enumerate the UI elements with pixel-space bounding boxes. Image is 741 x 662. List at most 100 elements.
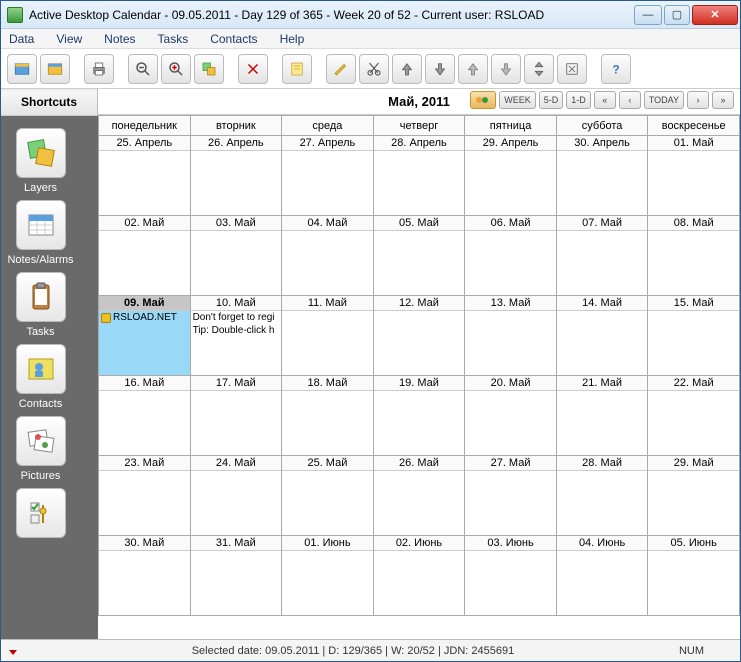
zoom-out-button[interactable] <box>128 54 158 84</box>
sidebar-item-pictures[interactable]: Pictures <box>1 416 81 482</box>
note-button[interactable] <box>282 54 312 84</box>
first-button[interactable]: « <box>594 91 616 109</box>
day-number: 22. Май <box>648 376 739 391</box>
delete-button[interactable] <box>238 54 268 84</box>
sidebar-item-notes-alarms[interactable]: Notes/Alarms <box>1 200 81 266</box>
day-cell[interactable]: 28. Май <box>556 456 648 536</box>
day-cell[interactable]: 12. Май <box>373 296 465 376</box>
day-cell[interactable]: 02. Июнь <box>373 536 465 616</box>
day-cell[interactable]: 04. Май <box>282 216 374 296</box>
five-day-button[interactable]: 5-D <box>539 91 564 109</box>
separator <box>315 54 323 84</box>
day-cell[interactable]: 04. Июнь <box>556 536 648 616</box>
day-cell[interactable]: 03. Июнь <box>465 536 557 616</box>
day-number: 13. Май <box>465 296 556 311</box>
calendar-grid[interactable]: понедельниквторниксредачетвергпятницасуб… <box>98 115 740 639</box>
day-cell[interactable]: 05. Июнь <box>648 536 740 616</box>
day-cell[interactable]: 11. Май <box>282 296 374 376</box>
day-cell[interactable]: 26. Апрель <box>190 136 282 216</box>
calendar-area: Май, 2011 WEEK 5-D 1-D « ‹ TODAY › » пон… <box>98 89 740 639</box>
layers-button[interactable] <box>194 54 224 84</box>
print-button[interactable] <box>84 54 114 84</box>
day-cell[interactable]: 10. МайDon't forget to regiTip: Double-c… <box>190 296 282 376</box>
arrow-updown-button[interactable] <box>524 54 554 84</box>
day-cell[interactable]: 21. Май <box>556 376 648 456</box>
close-button[interactable]: ✕ <box>692 5 738 25</box>
sidebar-item-tasks[interactable]: Tasks <box>1 272 81 338</box>
next-button[interactable]: › <box>687 91 709 109</box>
day-cell[interactable]: 25. Апрель <box>99 136 191 216</box>
day-cell[interactable]: 15. Май <box>648 296 740 376</box>
help-button[interactable]: ? <box>601 54 631 84</box>
minimize-button[interactable]: — <box>634 5 662 25</box>
sidebar-item-layers[interactable]: Layers <box>1 128 81 194</box>
day-cell[interactable]: 22. Май <box>648 376 740 456</box>
menu-contacts[interactable]: Contacts <box>206 31 261 47</box>
day-cell[interactable]: 30. Май <box>99 536 191 616</box>
titlebar: Active Desktop Calendar - 09.05.2011 - D… <box>1 1 740 29</box>
separator <box>227 54 235 84</box>
day-cell[interactable]: 27. Май <box>465 456 557 536</box>
arrow-up2-button[interactable] <box>458 54 488 84</box>
day-cell[interactable]: 24. Май <box>190 456 282 536</box>
arrow-down1-button[interactable] <box>425 54 455 84</box>
menu-data[interactable]: Data <box>5 31 38 47</box>
edit-button[interactable] <box>326 54 356 84</box>
sidebar-item-item5[interactable] <box>1 488 81 542</box>
day-cell[interactable]: 01. Июнь <box>282 536 374 616</box>
menu-notes[interactable]: Notes <box>100 31 139 47</box>
day-cell[interactable]: 05. Май <box>373 216 465 296</box>
day-cell[interactable]: 07. Май <box>556 216 648 296</box>
day-cell[interactable]: 17. Май <box>190 376 282 456</box>
arrow-down2-button[interactable] <box>491 54 521 84</box>
day-cell[interactable]: 31. Май <box>190 536 282 616</box>
day-cell[interactable]: 02. Май <box>99 216 191 296</box>
day-cell[interactable]: 06. Май <box>465 216 557 296</box>
day-cell[interactable]: 26. Май <box>373 456 465 536</box>
day-cell[interactable]: 20. Май <box>465 376 557 456</box>
day-cell[interactable]: 29. Май <box>648 456 740 536</box>
day-cell[interactable]: 03. Май <box>190 216 282 296</box>
day-number: 30. Май <box>99 536 190 551</box>
event-label: RSLOAD.NET <box>113 312 177 323</box>
clear-button[interactable] <box>557 54 587 84</box>
day-number: 25. Май <box>282 456 373 471</box>
day-number: 18. Май <box>282 376 373 391</box>
dow-header: среда <box>282 116 374 136</box>
today-button[interactable]: TODAY <box>644 91 684 109</box>
day-cell[interactable]: 29. Апрель <box>465 136 557 216</box>
menu-help[interactable]: Help <box>276 31 309 47</box>
day-event[interactable]: RSLOAD.NET <box>99 311 190 324</box>
day-cell[interactable]: 25. Май <box>282 456 374 536</box>
last-button[interactable]: » <box>712 91 734 109</box>
sidebar-icon <box>16 488 66 538</box>
day-cell[interactable]: 01. Май <box>648 136 740 216</box>
day-cell[interactable]: 18. Май <box>282 376 374 456</box>
tool-view2-button[interactable] <box>40 54 70 84</box>
day-tip: Tip: Double-click h <box>191 324 282 337</box>
arrow-up1-button[interactable] <box>392 54 422 84</box>
menu-tasks[interactable]: Tasks <box>154 31 193 47</box>
day-cell[interactable]: 30. Апрель <box>556 136 648 216</box>
day-cell[interactable]: 16. Май <box>99 376 191 456</box>
day-cell[interactable]: 13. Май <box>465 296 557 376</box>
day-cell[interactable]: 23. Май <box>99 456 191 536</box>
day-number: 16. Май <box>99 376 190 391</box>
week-button[interactable]: WEEK <box>499 91 536 109</box>
prev-button[interactable]: ‹ <box>619 91 641 109</box>
day-cell[interactable]: 08. Май <box>648 216 740 296</box>
zoom-in-button[interactable] <box>161 54 191 84</box>
toggle-view-button[interactable] <box>470 91 496 109</box>
day-cell[interactable]: 27. Апрель <box>282 136 374 216</box>
cut-button[interactable] <box>359 54 389 84</box>
menu-view[interactable]: View <box>52 31 86 47</box>
day-number: 03. Май <box>191 216 282 231</box>
tool-view1-button[interactable] <box>7 54 37 84</box>
sidebar-item-contacts[interactable]: Contacts <box>1 344 81 410</box>
day-cell[interactable]: 19. Май <box>373 376 465 456</box>
day-cell[interactable]: 09. МайRSLOAD.NET <box>99 296 191 376</box>
maximize-button[interactable]: ▢ <box>664 5 690 25</box>
day-cell[interactable]: 14. Май <box>556 296 648 376</box>
one-day-button[interactable]: 1-D <box>566 91 591 109</box>
day-cell[interactable]: 28. Апрель <box>373 136 465 216</box>
